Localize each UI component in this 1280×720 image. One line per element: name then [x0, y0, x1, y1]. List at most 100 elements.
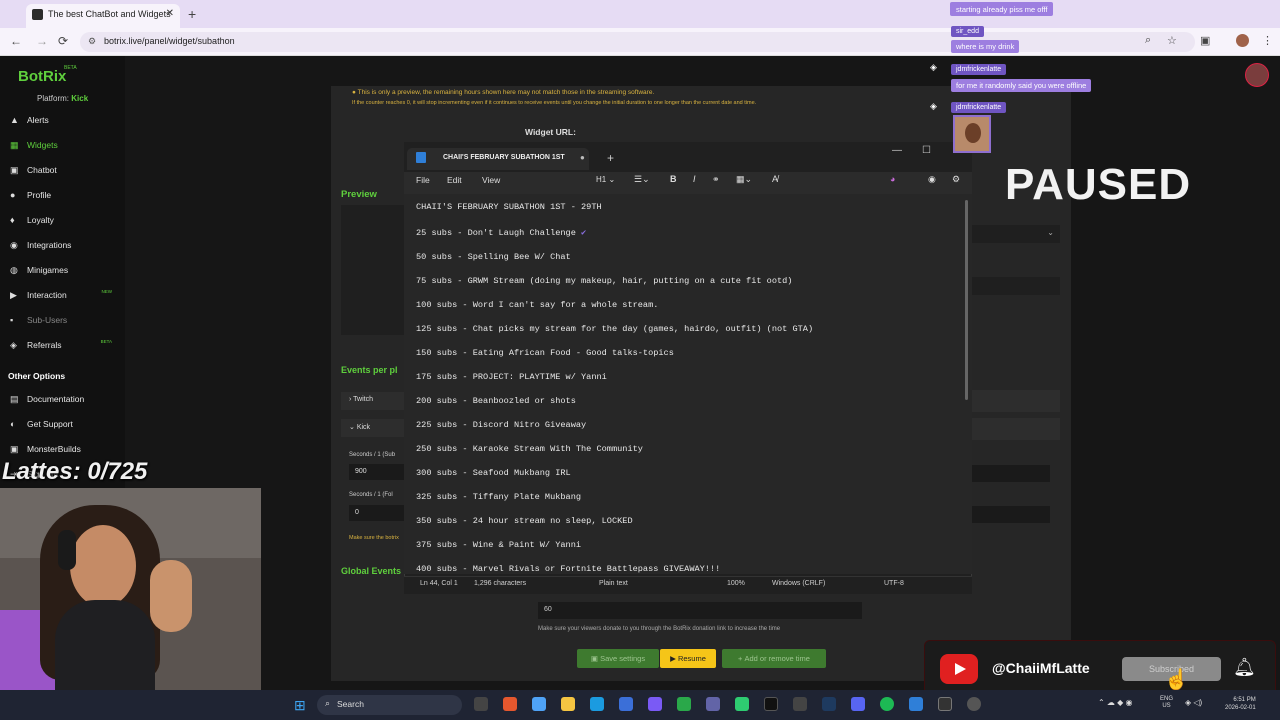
- system-tray[interactable]: ⌃ ☁ ◆ ◉: [1098, 698, 1133, 707]
- sidebar-item-interaction[interactable]: ▶ Interaction NEW: [10, 286, 122, 304]
- clear-format-icon[interactable]: A̸: [772, 174, 778, 184]
- network-volume-icons[interactable]: ◈ ◁): [1185, 698, 1202, 707]
- heading-style-select[interactable]: H1 ⌄: [596, 175, 615, 184]
- botrix-logo[interactable]: BotRix: [18, 68, 66, 85]
- sidebar-item-chatbot[interactable]: ▣ Chatbot: [10, 161, 122, 179]
- sidebar-item-sub-users[interactable]: ▪ Sub-Users: [10, 311, 122, 329]
- task-view-icon[interactable]: [474, 697, 488, 711]
- platform-value: Kick: [71, 94, 89, 103]
- file-explorer-icon[interactable]: [561, 697, 575, 711]
- new-badge: NEW: [101, 288, 113, 294]
- list-icon[interactable]: ☰⌄: [634, 174, 650, 185]
- tiktok-icon[interactable]: [764, 697, 778, 711]
- menu-kebab-icon[interactable]: ⋮: [1262, 34, 1273, 47]
- resume-button[interactable]: ▶ Resume: [660, 649, 716, 668]
- app-icon-brave[interactable]: [503, 697, 517, 711]
- spotify-icon[interactable]: [880, 697, 894, 711]
- line-endings[interactable]: Windows (CRLF): [772, 580, 825, 587]
- maximize-icon[interactable]: ☐: [922, 145, 931, 156]
- sidebar-item-minigames[interactable]: ◍ Minigames: [10, 261, 122, 279]
- windows-taskbar: [0, 690, 1280, 720]
- reload-button[interactable]: ⟳: [58, 34, 68, 48]
- extensions-icon[interactable]: ▣: [1200, 34, 1210, 47]
- beta-badge: BETA: [100, 338, 112, 344]
- url-input[interactable]: ⚙ botrix.live/panel/widget/subathon: [80, 32, 1195, 52]
- forward-button[interactable]: →: [36, 34, 48, 48]
- text-line: 325 subs - Tiffany Plate Mukbang: [416, 492, 582, 502]
- sidebar-item-monsterbuilds[interactable]: ▣ MonsterBuilds: [10, 440, 122, 458]
- teams-icon[interactable]: [706, 697, 720, 711]
- profile-avatar[interactable]: [1236, 34, 1249, 47]
- sidebar-item-documentation[interactable]: ▤ Documentation: [10, 390, 122, 408]
- sidebar-item-referrals[interactable]: ◈ Referrals BETA: [10, 336, 122, 354]
- widget-select[interactable]: ⌄: [972, 225, 1060, 243]
- twitch-accordion[interactable]: › Twitch: [341, 392, 405, 410]
- support-icon: ◐: [10, 419, 16, 429]
- counter-notice: If the counter reaches 0, it will stop i…: [352, 100, 757, 106]
- menu-edit[interactable]: Edit: [447, 175, 462, 185]
- language-indicator[interactable]: ENG US: [1160, 696, 1173, 710]
- settings-gear-icon[interactable]: ⚙: [952, 174, 960, 185]
- close-tab-icon[interactable]: ✕: [166, 8, 174, 19]
- zoom-level[interactable]: 100%: [727, 580, 745, 587]
- sidebar-item-label: Interaction: [27, 290, 67, 300]
- notepad-taskbar-icon[interactable]: [909, 697, 923, 711]
- app-icon-green[interactable]: [735, 697, 749, 711]
- app-icon-store[interactable]: [648, 697, 662, 711]
- site-info-icon[interactable]: ⚙: [88, 36, 96, 47]
- menu-view[interactable]: View: [482, 175, 500, 185]
- add-remove-time-button[interactable]: + Add or remove time: [722, 649, 826, 668]
- browser-tab[interactable]: The best ChatBot and Widgets ✕: [26, 4, 180, 28]
- input-right-2[interactable]: [972, 506, 1050, 523]
- bold-icon[interactable]: B: [670, 174, 677, 184]
- notepad-new-tab-button[interactable]: +: [607, 151, 614, 165]
- chrome-icon[interactable]: [677, 697, 691, 711]
- steam-icon[interactable]: [822, 697, 836, 711]
- kick-accordion[interactable]: ⌄ Kick: [341, 419, 405, 437]
- copilot-icon[interactable]: ◕: [890, 174, 895, 184]
- text-line: 300 subs - Seafood Mukbang IRL: [416, 468, 571, 478]
- input-right-1[interactable]: [972, 465, 1050, 482]
- kick-label: Kick: [356, 424, 371, 431]
- minimize-icon[interactable]: —: [892, 145, 902, 156]
- account-icon[interactable]: ◉: [928, 174, 936, 185]
- gamepad-icon: ◍: [10, 264, 18, 275]
- sidebar-item-alerts[interactable]: ▲ Alerts: [10, 111, 122, 129]
- windows-start-icon[interactable]: ⊞: [294, 697, 306, 714]
- taskbar-clock[interactable]: 6:51 PM 2026-02-01: [1225, 696, 1256, 712]
- sidebar-item-profile[interactable]: ● Profile: [10, 186, 122, 204]
- app-icon-vscode[interactable]: [619, 697, 633, 711]
- sidebar-item-integrations[interactable]: ◉ Integrations: [10, 236, 122, 254]
- bookmark-star-icon[interactable]: ☆: [1167, 34, 1177, 47]
- taskbar-search[interactable]: ⌕ Search: [317, 695, 462, 715]
- seconds-per-follow-input[interactable]: 0: [349, 505, 405, 521]
- kick-accordion-right[interactable]: [972, 418, 1060, 440]
- table-icon[interactable]: ▦⌄: [736, 174, 752, 185]
- unsaved-dot-icon[interactable]: ●: [580, 153, 585, 162]
- obs-icon[interactable]: [938, 697, 952, 711]
- sidebar-item-loyalty[interactable]: ♦ Loyalty: [10, 211, 122, 229]
- sidebar-item-get-support[interactable]: ◐ Get Support: [10, 415, 122, 433]
- menu-file[interactable]: File: [416, 175, 430, 185]
- zoom-icon[interactable]: ⌕: [1145, 34, 1151, 47]
- sidebar-item-widgets[interactable]: ▦ Widgets: [10, 136, 122, 154]
- new-tab-button[interactable]: +: [188, 6, 196, 22]
- notepad-scrollbar[interactable]: [965, 200, 968, 400]
- app-icon-copilot[interactable]: [532, 697, 546, 711]
- global-events-heading: Global Events: [341, 566, 402, 576]
- global-seconds-input[interactable]: 60: [538, 602, 862, 619]
- seconds-per-sub-input[interactable]: 900: [349, 464, 405, 480]
- link-icon[interactable]: ⚭: [712, 174, 720, 185]
- widget-url-field[interactable]: [972, 277, 1060, 295]
- italic-icon[interactable]: I: [693, 174, 696, 184]
- sidebar-item-label: Profile: [27, 190, 52, 200]
- app-icon-capture[interactable]: [793, 697, 807, 711]
- app-icon-settings[interactable]: [967, 697, 981, 711]
- back-button[interactable]: ←: [10, 34, 22, 48]
- encoding[interactable]: UTF-8: [884, 580, 904, 587]
- edge-icon[interactable]: [590, 697, 604, 711]
- discord-icon[interactable]: [851, 697, 865, 711]
- sidebar-item-label: Widgets: [27, 140, 58, 150]
- twitch-accordion-right[interactable]: [972, 390, 1060, 412]
- save-settings-button[interactable]: ▣ Save settings: [577, 649, 659, 668]
